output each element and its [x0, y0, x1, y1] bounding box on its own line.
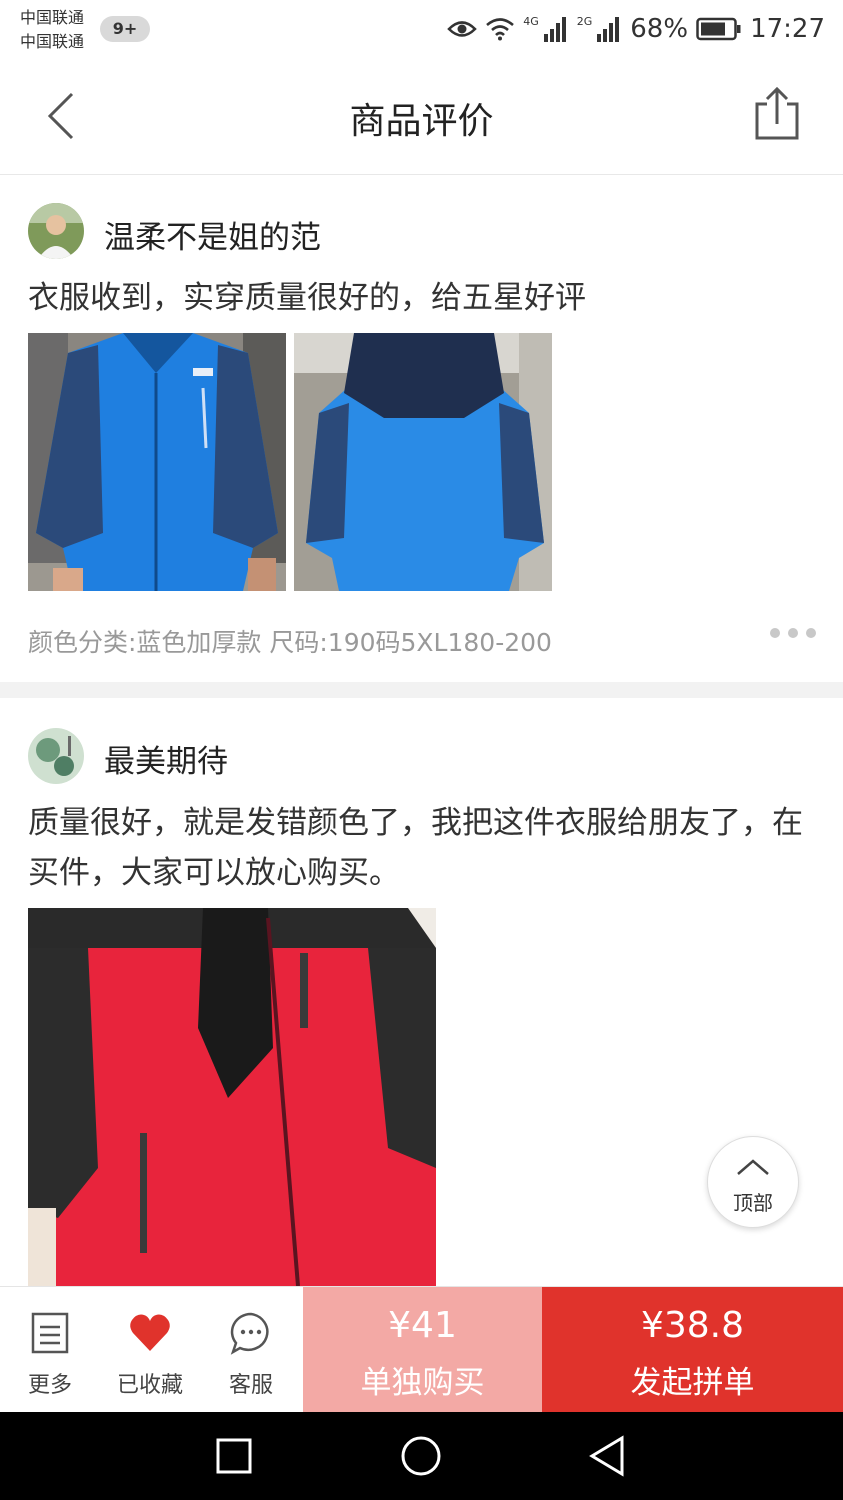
share-icon [755, 86, 799, 140]
favorite-label: 已收藏 [116, 1373, 183, 1398]
signal-icon-2 [597, 17, 620, 42]
buy-single-label: 单独购买 [360, 1365, 485, 1401]
group-buy-label: 发起拼单 [630, 1365, 755, 1401]
avatar[interactable] [28, 728, 84, 784]
status-icons: 4G 2G 68% 17:27 [447, 12, 825, 46]
blue-jacket-back-image [294, 333, 552, 591]
review-item: 温柔不是姐的范 衣服收到，实穿质量很好的，给五星好评 颜色分类:蓝色加厚款 尺码… [0, 175, 843, 680]
system-navigation-bar [0, 1412, 843, 1500]
chevron-up-icon [737, 1159, 769, 1175]
list-icon [31, 1312, 69, 1354]
signal-icon [543, 17, 566, 42]
more-label: 更多 [27, 1373, 72, 1398]
battery-percent: 68% [630, 14, 689, 44]
share-button[interactable] [751, 84, 803, 144]
back-to-top-label: 顶部 [733, 1191, 773, 1215]
recent-apps-icon[interactable] [210, 1432, 258, 1480]
carrier-1: 中国联通 [20, 8, 85, 27]
group-price: ¥38.8 [640, 1305, 745, 1346]
eye-comfort-icon [447, 21, 477, 37]
carrier-info: 中国联通 中国联通 [20, 6, 84, 54]
avatar[interactable] [28, 203, 84, 259]
wifi-icon [486, 18, 515, 41]
favorite-button[interactable]: 已收藏 [100, 1287, 200, 1413]
page-title: 商品评价 [349, 101, 494, 142]
single-price: ¥41 [388, 1305, 457, 1346]
home-icon[interactable] [397, 1432, 445, 1480]
avatar-image [28, 728, 84, 784]
battery-icon [696, 17, 741, 41]
customer-service-button[interactable]: 客服 [201, 1287, 301, 1413]
review-username: 温柔不是姐的范 [104, 220, 321, 256]
clock: 17:27 [750, 14, 825, 44]
network-type-2: 2G [576, 14, 593, 28]
more-button[interactable]: 更多 [0, 1287, 100, 1413]
carrier-2: 中国联通 [20, 32, 85, 51]
network-type-1: 4G [523, 14, 539, 28]
back-triangle-icon[interactable] [584, 1432, 632, 1480]
header-bar: 商品评价 [0, 60, 843, 175]
customer-service-label: 客服 [228, 1373, 273, 1398]
red-jacket-image [28, 908, 436, 1286]
avatar-image [28, 203, 84, 259]
review-text: 质量很好，就是发错颜色了，我把这件衣服给朋友了，在买件，大家可以放心购买。 [28, 805, 803, 891]
more-options-icon[interactable] [769, 626, 817, 640]
chat-bubble-icon [230, 1312, 269, 1355]
bottom-action-bar: 更多 已收藏 客服 ¥41 单独购买 ¥38.8 发起拼单 [0, 1286, 843, 1413]
heart-icon [130, 1314, 170, 1351]
review-photo[interactable] [28, 333, 286, 591]
group-buy-button[interactable]: ¥38.8 发起拼单 [542, 1287, 843, 1413]
review-text: 衣服收到，实穿质量很好的，给五星好评 [28, 280, 586, 316]
buy-single-button[interactable]: ¥41 单独购买 [303, 1287, 542, 1413]
review-photo[interactable] [28, 908, 436, 1286]
back-to-top-button[interactable]: 顶部 [707, 1136, 799, 1228]
blue-jacket-front-image [28, 333, 286, 591]
review-username: 最美期待 [104, 744, 228, 780]
notification-badge: 9+ [100, 16, 150, 42]
status-bar: 中国联通 中国联通 9+ 4G 2G 68% 17:27 [0, 0, 843, 60]
review-spec: 颜色分类:蓝色加厚款 尺码:190码5XL180-200 [28, 628, 552, 657]
review-photo[interactable] [294, 333, 552, 591]
section-divider [0, 682, 843, 698]
